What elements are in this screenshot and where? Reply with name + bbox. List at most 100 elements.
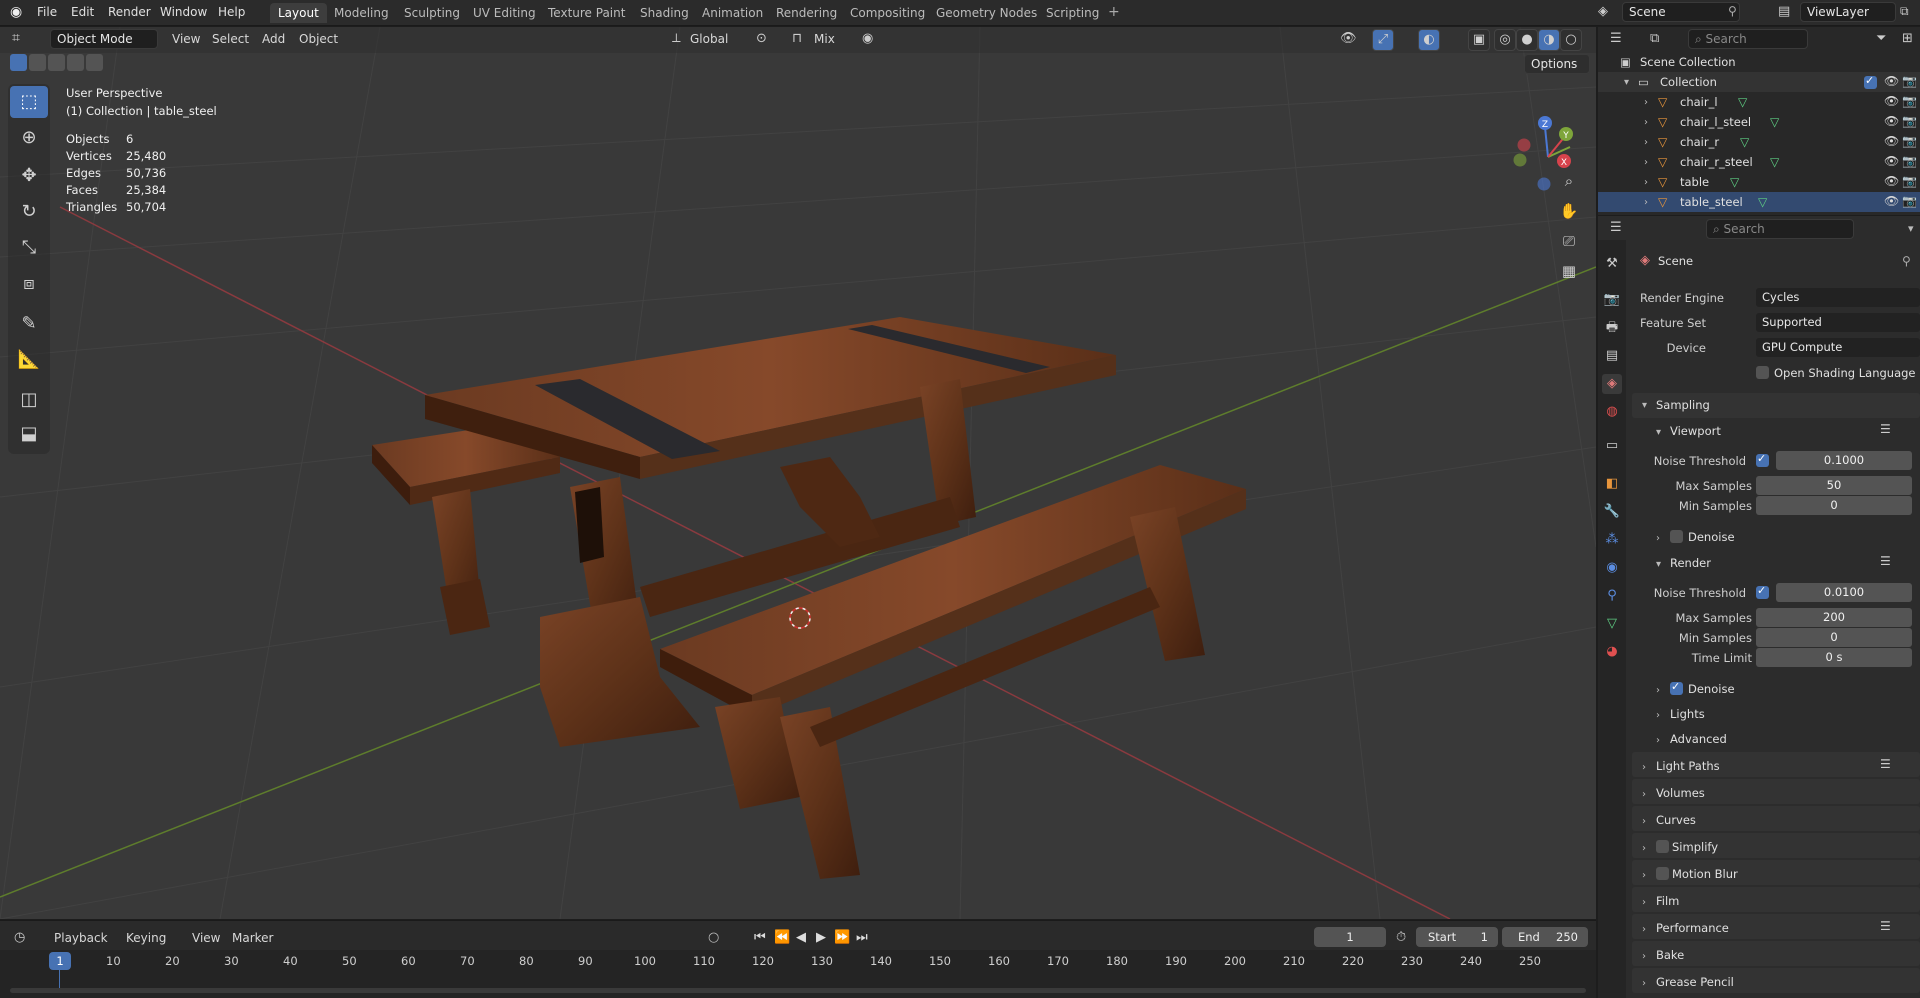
render-tab-icon[interactable]: 📷 bbox=[1602, 290, 1622, 310]
menu-edit[interactable]: Edit bbox=[71, 5, 94, 19]
move-tool-icon[interactable]: ✥ bbox=[10, 160, 48, 192]
eye-icon[interactable]: 👁 bbox=[1884, 174, 1899, 188]
chevron-right-icon[interactable]: › bbox=[1644, 137, 1648, 148]
constraints-tab-icon[interactable]: ⚲ bbox=[1602, 586, 1622, 606]
options-button[interactable]: Options bbox=[1524, 54, 1590, 74]
tool-tab-icon[interactable]: ⚒ bbox=[1602, 254, 1622, 274]
menu-view[interactable]: View bbox=[172, 32, 200, 46]
auto-keying-icon[interactable]: ○ bbox=[708, 930, 719, 945]
mesh-data-icon[interactable]: ▽ bbox=[1758, 195, 1767, 209]
presets-list-icon[interactable]: ☰ bbox=[1880, 554, 1891, 568]
outliner-item[interactable]: › ▽ chair_r_steel ▽ 👁 📷 bbox=[1598, 152, 1920, 172]
play-icon[interactable]: ▶ bbox=[816, 930, 826, 945]
vp-min-field[interactable]: 0 bbox=[1756, 496, 1912, 515]
visibility-icon[interactable]: 👁 bbox=[1340, 31, 1357, 46]
current-frame-field[interactable]: 1 bbox=[1314, 927, 1386, 947]
viewlayer-icon[interactable]: ▤ bbox=[1778, 4, 1790, 19]
presets-list-icon[interactable]: ☰ bbox=[1880, 422, 1891, 436]
add-workspace-icon[interactable]: + bbox=[1108, 4, 1120, 20]
eye-icon[interactable]: 👁 bbox=[1884, 74, 1899, 88]
camera-icon[interactable]: 📷 bbox=[1902, 74, 1917, 88]
chevron-down-icon[interactable]: ▾ bbox=[1624, 77, 1629, 88]
pivot-icon[interactable]: ⊙ bbox=[756, 31, 767, 46]
data-tab-icon[interactable]: ▽ bbox=[1602, 614, 1622, 634]
proportional-edit-icon[interactable]: ◉ bbox=[862, 31, 873, 46]
mesh-data-icon[interactable]: ▽ bbox=[1770, 155, 1779, 169]
vp-max-field[interactable]: 50 bbox=[1756, 476, 1912, 495]
tab-uv-editing[interactable]: UV Editing bbox=[465, 3, 544, 23]
material-tab-icon[interactable]: ◕ bbox=[1602, 642, 1622, 662]
camera-icon[interactable]: 📷 bbox=[1902, 114, 1917, 128]
presets-list-icon[interactable]: ☰ bbox=[1880, 919, 1891, 933]
outliner-editor-icon[interactable]: ☰ bbox=[1610, 31, 1622, 46]
vp-noise-checkbox[interactable] bbox=[1756, 452, 1769, 467]
shading-wireframe-icon[interactable]: ◎ bbox=[1494, 29, 1516, 51]
outliner-item[interactable]: › ▽ chair_l_steel ▽ 👁 📷 bbox=[1598, 112, 1920, 132]
outliner-search-input[interactable]: ⌕ Search bbox=[1688, 29, 1808, 49]
transform-tool-icon[interactable]: ⧈ bbox=[10, 268, 48, 300]
chevron-right-icon[interactable]: › bbox=[1644, 177, 1648, 188]
jump-start-icon[interactable]: ⏮ bbox=[754, 930, 766, 945]
chevron-right-icon[interactable]: › bbox=[1656, 710, 1660, 721]
mesh-data-icon[interactable]: ▽ bbox=[1730, 175, 1739, 189]
chevron-right-icon[interactable]: › bbox=[1644, 157, 1648, 168]
render-subpanel-label[interactable]: Render bbox=[1670, 556, 1711, 570]
orientation-selector[interactable]: Global bbox=[690, 32, 728, 46]
scene-selector[interactable]: Scene bbox=[1622, 2, 1740, 22]
bench-left[interactable] bbox=[372, 422, 560, 635]
chevron-right-icon[interactable]: › bbox=[1656, 533, 1660, 544]
lights-subpanel-label[interactable]: Lights bbox=[1670, 707, 1705, 721]
end-frame-field[interactable]: End 250 bbox=[1502, 927, 1588, 947]
editor-type-icon[interactable]: ⌗ bbox=[12, 30, 20, 46]
add-object-tool-icon[interactable]: ⬓ bbox=[10, 418, 48, 450]
camera-icon[interactable]: 📷 bbox=[1902, 194, 1917, 208]
gizmo-toggle-icon[interactable]: ⤢ bbox=[1372, 29, 1394, 51]
select-invert-icon[interactable] bbox=[67, 54, 84, 71]
timeline-scrollbar[interactable] bbox=[10, 988, 1586, 993]
outliner-item[interactable]: › ▽ chair_r ▽ 👁 📷 bbox=[1598, 132, 1920, 152]
select-intersect-icon[interactable] bbox=[86, 54, 103, 71]
menu-file[interactable]: File bbox=[37, 5, 57, 19]
pin-icon[interactable]: ⚲ bbox=[1728, 4, 1737, 18]
collection-exclude-checkbox[interactable] bbox=[1864, 74, 1877, 89]
r-noise-checkbox[interactable] bbox=[1756, 584, 1769, 599]
timeline-editor-icon[interactable]: ◷ bbox=[14, 930, 25, 945]
menu-timeline-view[interactable]: View bbox=[192, 931, 220, 945]
blender-logo-icon[interactable]: ◉ bbox=[10, 4, 22, 20]
r-max-field[interactable]: 200 bbox=[1756, 608, 1912, 627]
menu-add[interactable]: Add bbox=[262, 32, 285, 46]
tab-rendering[interactable]: Rendering bbox=[768, 3, 845, 23]
start-frame-field[interactable]: Start 1 bbox=[1416, 927, 1498, 947]
scene-tab-icon[interactable]: ◈ bbox=[1602, 374, 1622, 394]
outliner-collection[interactable]: ▾ ▭ Collection 👁 📷 bbox=[1598, 72, 1920, 92]
menu-marker[interactable]: Marker bbox=[232, 931, 273, 945]
tab-scripting[interactable]: Scripting bbox=[1038, 3, 1107, 23]
camera-view-icon[interactable]: ⎚ bbox=[1556, 228, 1582, 254]
chevron-right-icon[interactable]: › bbox=[1656, 735, 1660, 746]
scene-icon[interactable]: ◈ bbox=[1598, 4, 1608, 19]
vp-noise-field[interactable]: 0.1000 bbox=[1776, 451, 1912, 470]
shading-material-icon[interactable]: ◑ bbox=[1538, 29, 1560, 51]
menu-keying[interactable]: Keying bbox=[126, 931, 166, 945]
mesh-data-icon[interactable]: ▽ bbox=[1770, 115, 1779, 129]
mesh-data-icon[interactable]: ▽ bbox=[1740, 135, 1749, 149]
object-tab-icon[interactable]: ◧ bbox=[1602, 474, 1622, 494]
outliner-item[interactable]: › ▽ table ▽ 👁 📷 bbox=[1598, 172, 1920, 192]
viewport-subpanel-label[interactable]: Viewport bbox=[1670, 424, 1721, 438]
feature-set-dropdown[interactable]: Supported bbox=[1756, 313, 1920, 332]
eye-icon[interactable]: 👁 bbox=[1884, 94, 1899, 108]
camera-icon[interactable]: 📷 bbox=[1902, 134, 1917, 148]
mode-selector[interactable]: Object Mode bbox=[50, 29, 158, 49]
presets-list-icon[interactable]: ☰ bbox=[1880, 757, 1891, 771]
camera-icon[interactable]: 📷 bbox=[1902, 154, 1917, 168]
overlay-toggle-icon[interactable]: ◐ bbox=[1418, 29, 1440, 51]
pin-icon[interactable]: ⚲ bbox=[1902, 254, 1911, 268]
play-reverse-icon[interactable]: ◀ bbox=[796, 930, 806, 945]
chevron-right-icon[interactable]: › bbox=[1644, 97, 1648, 108]
collection-tab-icon[interactable]: ▭ bbox=[1602, 436, 1622, 456]
select-box-tool-icon[interactable]: ⬚ bbox=[10, 86, 48, 118]
menu-render[interactable]: Render bbox=[108, 5, 151, 19]
menu-window[interactable]: Window bbox=[160, 5, 207, 19]
chevron-right-icon[interactable]: › bbox=[1644, 117, 1648, 128]
shading-rendered-icon[interactable]: ○ bbox=[1560, 29, 1582, 51]
